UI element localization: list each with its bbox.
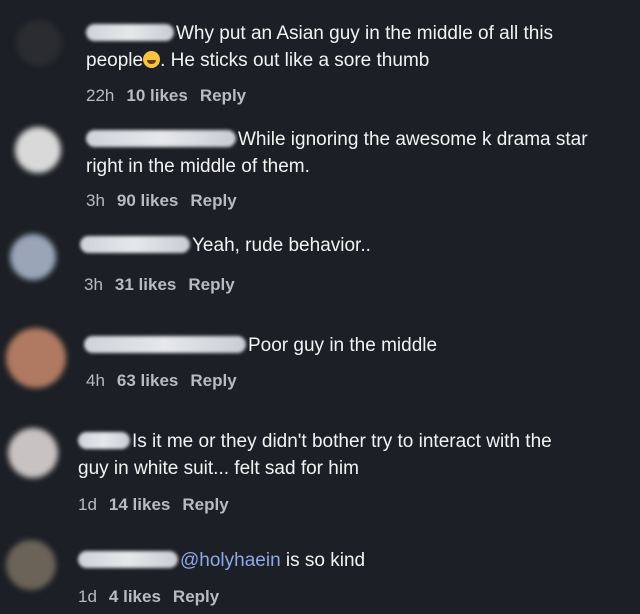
comment-text: Is it me or they didn't bother try to in… — [78, 431, 552, 479]
crying-laughing-emoji-icon — [143, 51, 161, 68]
avatar[interactable] — [16, 20, 62, 66]
reply-button[interactable]: Reply — [190, 191, 236, 211]
comment-meta: 22h 10 likes Reply — [86, 86, 246, 106]
redacted-username[interactable] — [78, 551, 178, 568]
timestamp: 1d — [78, 495, 97, 514]
redacted-username[interactable] — [78, 432, 130, 449]
likes-count[interactable]: 63 likes — [117, 371, 178, 391]
comment-meta: 1d 4 likes Reply — [78, 587, 219, 607]
comment-meta: 3h 31 likes Reply — [84, 275, 235, 295]
comment-meta: 1d 14 likes Reply — [78, 495, 229, 515]
comment-text: @holyhaein is so kind — [78, 547, 365, 574]
avatar[interactable] — [6, 540, 56, 590]
redacted-username[interactable] — [84, 336, 246, 353]
comment-meta: 4h 63 likes Reply — [86, 371, 237, 391]
comment-text: While ignoring the awesome k drama star … — [86, 129, 588, 177]
reply-button[interactable]: Reply — [200, 86, 246, 106]
likes-count[interactable]: 31 likes — [115, 275, 176, 295]
redacted-username[interactable] — [86, 24, 174, 41]
comment-text: Poor guy in the middle — [84, 332, 437, 359]
comment-text: Why put an Asian guy in the middle of al… — [86, 23, 554, 71]
mention-link[interactable]: @holyhaein — [180, 550, 281, 571]
redacted-username[interactable] — [86, 130, 236, 147]
timestamp: 3h — [84, 275, 103, 294]
avatar[interactable] — [15, 127, 61, 173]
reply-button[interactable]: Reply — [173, 587, 219, 607]
avatar[interactable] — [10, 234, 56, 280]
reply-button[interactable]: Reply — [182, 495, 228, 515]
timestamp: 22h — [86, 86, 115, 105]
timestamp: 3h — [86, 191, 105, 210]
reply-button[interactable]: Reply — [190, 371, 236, 391]
avatar[interactable] — [6, 328, 66, 388]
timestamp: 4h — [86, 371, 105, 390]
comment-meta: 3h 90 likes Reply — [86, 191, 237, 211]
likes-count[interactable]: 90 likes — [117, 191, 178, 211]
likes-count[interactable]: 10 likes — [126, 86, 187, 106]
reply-button[interactable]: Reply — [188, 275, 234, 295]
comment-text: Yeah, rude behavior.. — [80, 232, 371, 259]
redacted-username[interactable] — [80, 236, 190, 253]
avatar[interactable] — [8, 428, 58, 478]
likes-count[interactable]: 14 likes — [109, 495, 170, 515]
likes-count[interactable]: 4 likes — [109, 587, 161, 607]
timestamp: 1d — [78, 587, 97, 606]
